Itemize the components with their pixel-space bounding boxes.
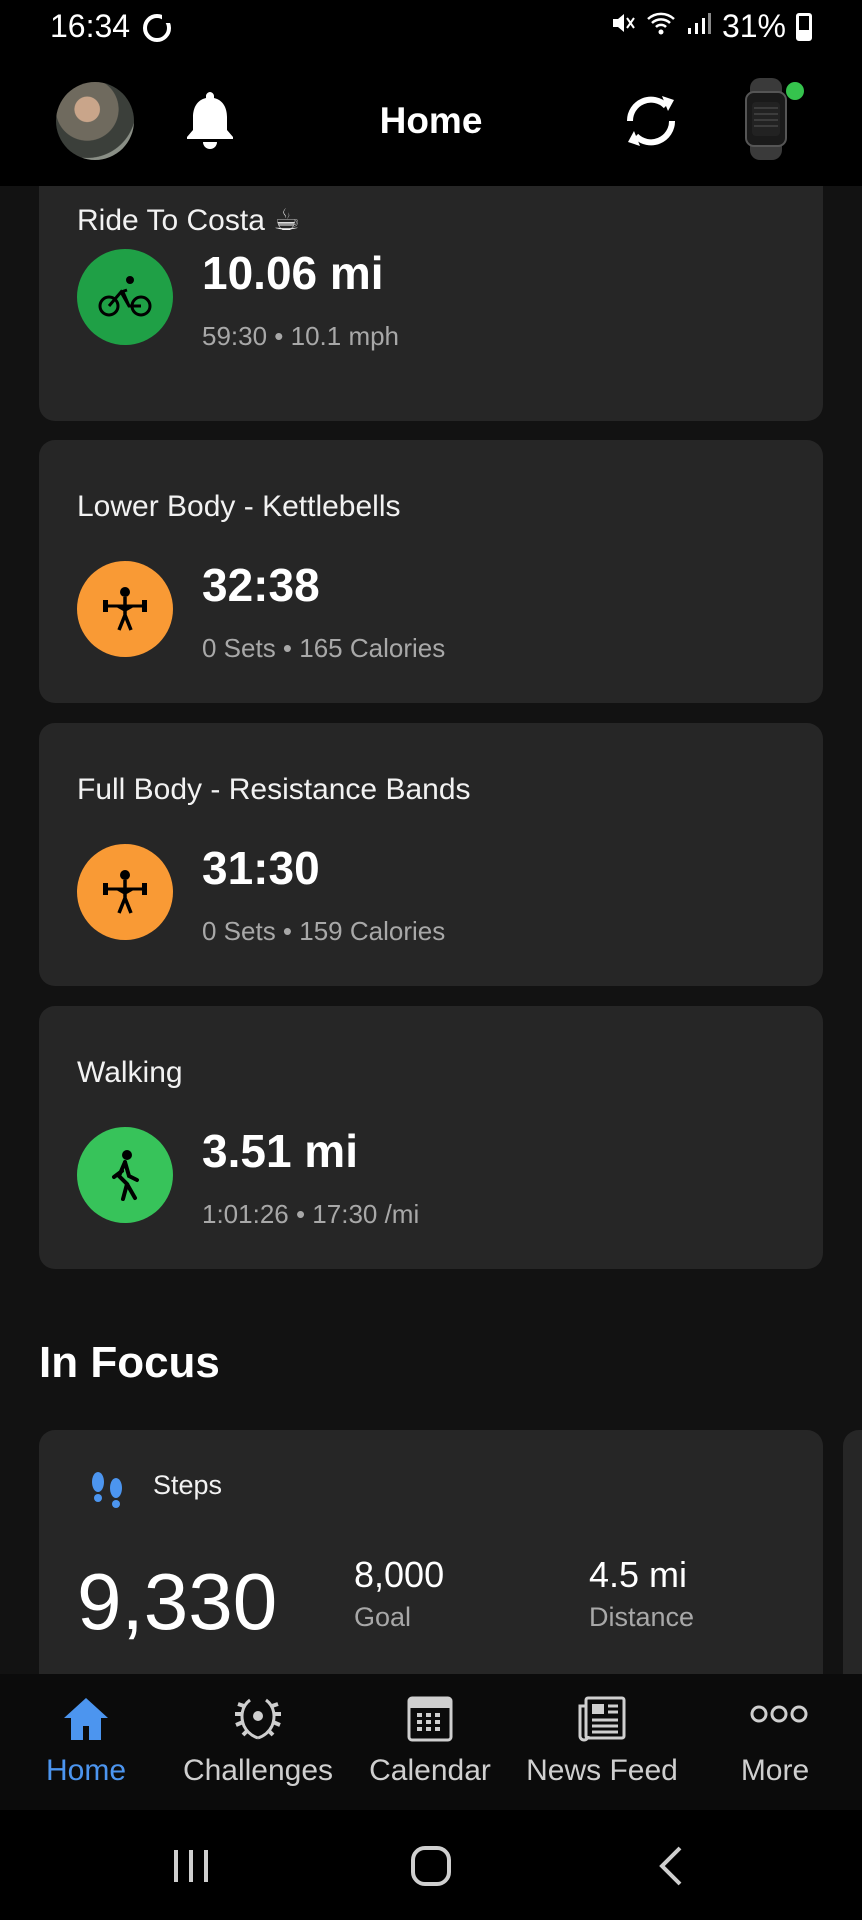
steps-card[interactable]: Steps 9,330 8,000 Goal 4.5 mi Distance bbox=[39, 1430, 823, 1674]
activity-title: Ride To Costa ☕ bbox=[77, 204, 301, 237]
activity-card[interactable]: Ride To Costa ☕ 10.06 mi 59:30 • 10.1 mp… bbox=[39, 186, 823, 421]
footprints-icon bbox=[87, 1468, 127, 1517]
steps-distance-label: Distance bbox=[589, 1602, 695, 1632]
nav-label: Home bbox=[45, 1754, 127, 1787]
home-system-icon[interactable] bbox=[406, 1842, 456, 1890]
steps-goal-label: Goal bbox=[354, 1602, 412, 1632]
steps-distance-value: 4.5 mi bbox=[589, 1554, 688, 1595]
status-indicators: 31% bbox=[610, 8, 812, 45]
battery-percent: 31% bbox=[721, 8, 786, 44]
nav-home[interactable]: Home bbox=[0, 1674, 172, 1810]
battery-icon bbox=[796, 12, 812, 41]
nav-label: News Feed bbox=[526, 1754, 678, 1787]
device-connected-indicator bbox=[786, 82, 804, 100]
activity-distance: 10.06 mi bbox=[202, 247, 384, 299]
weightlifting-icon bbox=[77, 561, 173, 657]
activity-distance: 3.51 mi bbox=[202, 1125, 358, 1177]
home-icon bbox=[60, 1694, 112, 1744]
next-focus-card[interactable] bbox=[843, 1430, 862, 1674]
activity-card[interactable]: Lower Body - Kettlebells 32:38 0 Sets • … bbox=[39, 440, 823, 703]
nav-label: Calendar bbox=[369, 1754, 491, 1787]
activity-title: Full Body - Resistance Bands bbox=[77, 773, 471, 806]
system-nav-bar bbox=[0, 1810, 862, 1920]
sync-icon[interactable] bbox=[618, 88, 684, 154]
status-time: 16:34 bbox=[50, 8, 131, 44]
activity-details: 0 Sets • 165 Calories bbox=[202, 633, 446, 663]
activity-title: Lower Body - Kettlebells bbox=[77, 490, 401, 523]
steps-label: Steps bbox=[153, 1470, 223, 1500]
cycling-icon bbox=[77, 249, 173, 345]
activity-details: 0 Sets • 159 Calories bbox=[202, 916, 446, 946]
newspaper-icon bbox=[576, 1694, 628, 1744]
nav-calendar[interactable]: Calendar bbox=[344, 1674, 516, 1810]
laurel-icon bbox=[232, 1694, 284, 1744]
wifi-icon bbox=[646, 10, 676, 43]
nav-label: Challenges bbox=[182, 1754, 334, 1787]
section-title: In Focus bbox=[39, 1338, 220, 1387]
nav-label: More bbox=[740, 1754, 810, 1787]
activity-duration: 31:30 bbox=[202, 842, 320, 894]
activity-details: 1:01:26 • 17:30 /mi bbox=[202, 1199, 420, 1229]
bottom-nav: Home Challenges Calendar News Feed More bbox=[0, 1674, 862, 1810]
sync-status-icon bbox=[143, 13, 172, 42]
activity-title: Walking bbox=[77, 1056, 183, 1089]
nav-news-feed[interactable]: News Feed bbox=[516, 1674, 688, 1810]
more-dots-icon bbox=[749, 1694, 808, 1744]
activity-card[interactable]: Full Body - Resistance Bands 31:30 0 Set… bbox=[39, 723, 823, 986]
nav-challenges[interactable]: Challenges bbox=[172, 1674, 344, 1810]
steps-goal-value: 8,000 bbox=[354, 1554, 445, 1595]
status-bar: 16:34 31% bbox=[0, 0, 862, 52]
home-feed[interactable]: Ride To Costa ☕ 10.06 mi 59:30 • 10.1 mp… bbox=[0, 186, 862, 1674]
app-header: Home bbox=[0, 52, 862, 186]
calendar-icon bbox=[404, 1694, 456, 1744]
signal-icon bbox=[686, 10, 712, 43]
activity-details: 59:30 • 10.1 mph bbox=[202, 321, 400, 351]
page-title: Home bbox=[379, 100, 483, 141]
weightlifting-icon bbox=[77, 844, 173, 940]
nav-more[interactable]: More bbox=[688, 1674, 862, 1810]
mute-icon bbox=[610, 10, 636, 43]
steps-count: 9,330 bbox=[77, 1557, 278, 1646]
back-icon[interactable] bbox=[648, 1842, 698, 1890]
activity-duration: 32:38 bbox=[202, 559, 320, 611]
activity-card[interactable]: Walking 3.51 mi 1:01:26 • 17:30 /mi bbox=[39, 1006, 823, 1269]
recent-apps-icon[interactable] bbox=[166, 1842, 216, 1890]
walking-icon bbox=[77, 1127, 173, 1223]
